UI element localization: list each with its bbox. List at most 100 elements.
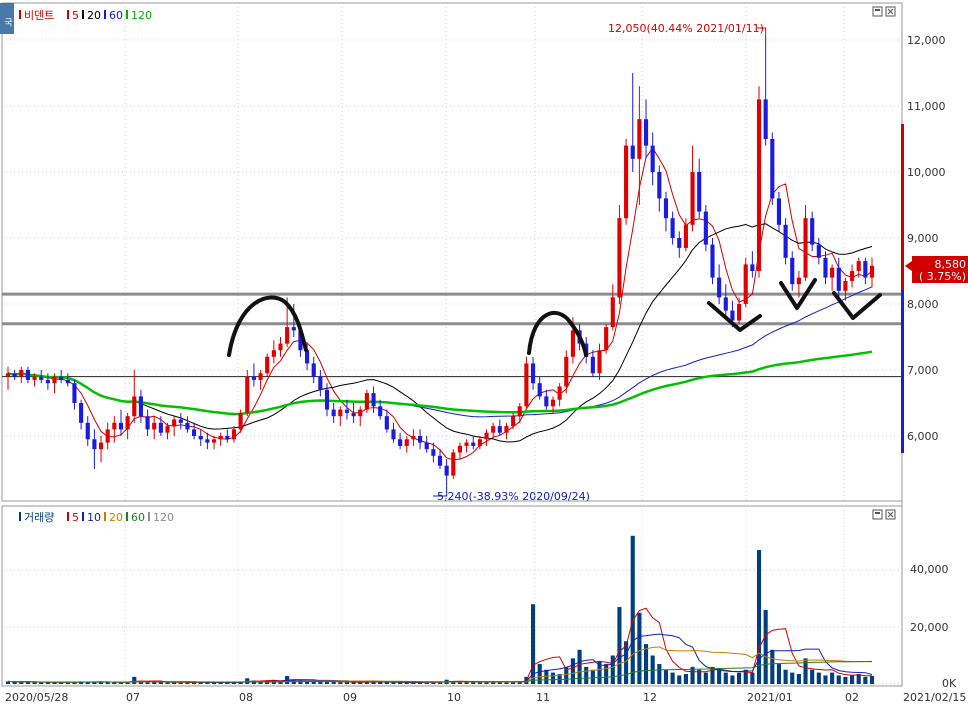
candle-body xyxy=(504,426,509,433)
x-tick: 12 xyxy=(643,691,657,704)
candle-body xyxy=(670,218,675,238)
candle-body xyxy=(650,145,655,172)
legend-volume: 거래량 xyxy=(24,511,54,524)
maximize-icon[interactable] xyxy=(872,6,883,17)
x-tick: 02 xyxy=(845,691,859,704)
candle-body xyxy=(683,224,688,248)
volume-bar xyxy=(165,682,170,684)
candle-body xyxy=(238,412,243,430)
candle-body xyxy=(677,238,682,248)
candle-body xyxy=(710,244,715,278)
volume-bar xyxy=(863,676,868,684)
volume-bar xyxy=(776,664,782,684)
legend-vol-ma20: 20 xyxy=(109,511,123,524)
candle-body xyxy=(198,436,203,440)
candle-body xyxy=(810,218,815,245)
candle-body xyxy=(471,442,476,446)
candle-body xyxy=(524,363,529,407)
candle-body xyxy=(404,439,409,446)
candle-body xyxy=(364,393,369,410)
candle-body xyxy=(271,350,276,357)
candle-body xyxy=(624,145,629,219)
candle-body xyxy=(125,416,130,430)
candle-body xyxy=(451,452,456,476)
candle-body xyxy=(185,422,190,430)
volume-bar xyxy=(796,674,801,684)
x-axis: 2020/05/28 07 08 09 10 11 12 2021/01 02 … xyxy=(5,691,966,704)
candle-body xyxy=(19,370,24,377)
candle-body xyxy=(457,445,462,453)
volume-bar xyxy=(590,669,595,684)
volume-y-axis: 40,000 20,000 0K xyxy=(910,563,957,690)
y-tick: 12,000 xyxy=(907,34,946,47)
candle-body xyxy=(816,244,821,258)
candle-body xyxy=(437,455,443,466)
candle-body xyxy=(776,198,782,225)
volume-bar xyxy=(12,682,17,684)
legend-vol-ma5: 5 xyxy=(72,511,79,524)
volume-bar xyxy=(763,609,768,684)
candle-body xyxy=(178,419,183,423)
candle-body xyxy=(630,145,635,159)
maximize-icon[interactable] xyxy=(872,509,883,520)
candle-body xyxy=(218,436,223,440)
candle-body xyxy=(823,257,828,278)
candle-body xyxy=(783,224,788,258)
candle-body xyxy=(717,277,722,298)
volume-bar xyxy=(384,682,389,684)
candle-body xyxy=(231,429,237,440)
range-bar-up xyxy=(901,124,904,290)
y-tick: 0K xyxy=(942,677,957,690)
candle-body xyxy=(245,376,250,413)
volume-bar xyxy=(391,682,396,684)
candle-body xyxy=(484,432,489,440)
corner-label: 국 xyxy=(2,17,12,27)
candle-body xyxy=(152,422,157,430)
volume-bar xyxy=(637,612,642,684)
candle-body xyxy=(663,198,669,219)
x-tick: 11 xyxy=(536,691,550,704)
legend-ma60: 60 xyxy=(109,9,123,22)
candle-body xyxy=(491,426,496,433)
range-bar-down xyxy=(901,290,904,453)
volume-bar xyxy=(850,675,855,684)
candle-body xyxy=(79,403,84,423)
stock-chart: 국 비덴트 5 20 60 120 거래량 5 10 20 60 120 12,… xyxy=(0,2,968,704)
candle-body xyxy=(803,218,808,278)
current-change: ( 3.75%) xyxy=(919,270,966,283)
candle-body xyxy=(338,409,343,417)
candle-body xyxy=(597,350,602,374)
x-tick: 08 xyxy=(239,691,253,704)
volume-bar xyxy=(717,669,722,684)
legend-vol-ma120: 120 xyxy=(153,511,174,524)
volume-bar xyxy=(730,675,735,684)
candle-body xyxy=(118,422,124,430)
candle-body xyxy=(158,422,163,433)
candle-body xyxy=(590,356,595,374)
y-tick: 40,000 xyxy=(910,563,949,576)
legend-ma5: 5 xyxy=(72,9,79,22)
candle-body xyxy=(398,439,403,446)
candle-body xyxy=(391,429,396,440)
candle-body xyxy=(32,376,37,380)
candle-body xyxy=(756,99,762,272)
candle-body xyxy=(318,376,323,390)
candle-body xyxy=(497,426,502,433)
candle-body xyxy=(796,277,801,285)
candle-body xyxy=(856,261,861,271)
candle-body xyxy=(431,449,436,456)
candle-body xyxy=(192,429,197,436)
candle-body xyxy=(690,172,695,225)
volume-bar xyxy=(617,607,622,684)
candle-body xyxy=(564,356,569,387)
volume-bar xyxy=(643,644,649,684)
volume-bar xyxy=(663,669,669,684)
candle-body xyxy=(65,379,70,384)
candle-body xyxy=(145,416,150,430)
candle-body xyxy=(790,257,795,285)
volume-bar xyxy=(770,649,775,684)
candle-body xyxy=(384,416,389,430)
legend-ma120: 120 xyxy=(131,9,152,22)
candle-body xyxy=(511,416,516,427)
x-tick: 07 xyxy=(126,691,140,704)
